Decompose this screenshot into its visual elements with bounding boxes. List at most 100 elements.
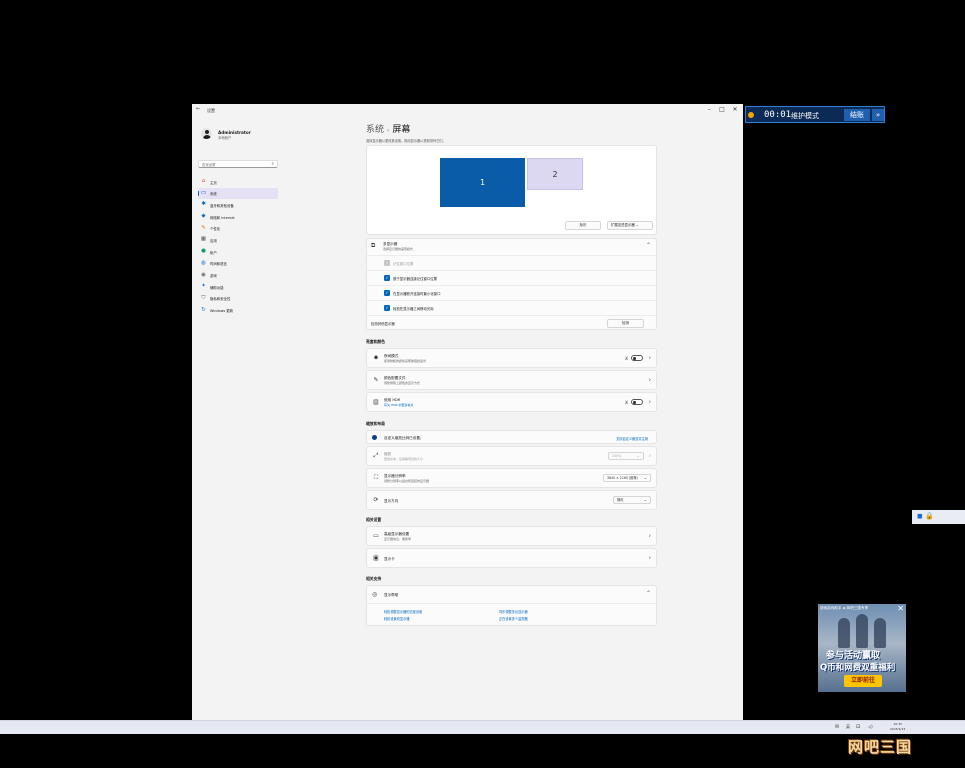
- wifi-icon: ◆: [201, 213, 206, 220]
- clock[interactable]: 16:35 2025/4/23: [890, 722, 905, 732]
- sidebar-item[interactable]: ✱ 蓝牙和其他设备: [198, 199, 278, 211]
- sidebar-item[interactable]: ✦ 辅助功能: [198, 281, 278, 293]
- search-icon: ⌕: [271, 162, 274, 167]
- ad-popup[interactable]: 搜索游戏助手 ◈ 网吧三国专享 ✕ 参与活动赢取 Q币和网费双重福利 立即前往: [818, 604, 906, 692]
- user-subtitle: 本地帐户: [218, 136, 232, 140]
- globe-clock-icon: ◍: [201, 259, 206, 266]
- expand-button[interactable]: »: [872, 109, 884, 121]
- side-widget[interactable]: ◼ 🔒: [912, 510, 965, 524]
- person-icon: ●: [201, 248, 206, 255]
- sidebar-item[interactable]: ◍ 时间和语言: [198, 258, 278, 270]
- chevron-down-icon: ⌄: [643, 475, 647, 480]
- resolution-card: ⛶ 显示器分辨率 调整分辨率以适合所连接的显示器 3840 × 2160 (推荐…: [366, 468, 657, 488]
- timer-mode-text: 维护模式: [791, 112, 819, 120]
- sidebar-item-label: 帐户: [210, 250, 217, 255]
- accessibility-icon: ✦: [201, 283, 206, 290]
- sidebar-item[interactable]: ▦ 应用: [198, 234, 278, 246]
- option-row[interactable]: ✓ 基于显示器连接记住窗口位置: [367, 270, 656, 285]
- back-arrow-icon[interactable]: ←: [196, 106, 200, 112]
- option-label: 基于显示器连接记住窗口位置: [393, 277, 438, 281]
- sidebar-item[interactable]: ◆ 网络和 Internet: [198, 211, 278, 223]
- maintenance-timer-bar: 00:01 维护模式 结账 »: [745, 106, 885, 123]
- breadcrumb-parent[interactable]: 系统: [366, 125, 384, 135]
- advanced-display-card[interactable]: ▭ 高级显示器设置 显示器信息、刷新率 ›: [366, 526, 657, 546]
- search-input[interactable]: 查找设置 ⌕: [198, 160, 278, 168]
- monitor-2[interactable]: 2: [527, 158, 583, 190]
- identify-button[interactable]: 标识: [565, 221, 601, 230]
- sidebar-item[interactable]: ↻ Windows 更新: [198, 305, 278, 317]
- orientation-dropdown[interactable]: 横向 ⌄: [613, 496, 651, 504]
- multi-display-header[interactable]: ⧉ 多显示器 选择显示器的呈现模式 ⌃: [367, 239, 656, 255]
- orientation-icon: ⟳: [373, 496, 379, 504]
- sidebar-item-label: 网络和 Internet: [210, 215, 235, 220]
- hdr-card[interactable]: ▤ 使用 HDR 有关 HDR 的更多信息 关 ›: [366, 392, 657, 412]
- orientation-title: 显示方向: [384, 499, 399, 503]
- sidebar-item-label: 应用: [210, 238, 217, 243]
- help-link[interactable]: 同步调整多台显示器: [499, 609, 528, 614]
- volume-icon[interactable]: ◁): [868, 724, 873, 729]
- turn-off-custom-scale-link[interactable]: 关闭自定义缩放并注销: [616, 436, 648, 441]
- sidebar-item[interactable]: ⌂ 主页: [198, 176, 278, 188]
- user-card[interactable]: Administrator 本地帐户: [198, 124, 278, 146]
- network-icon[interactable]: ⊡: [856, 724, 860, 730]
- option-row[interactable]: ✓ 轻松在显示器之间移动光标: [367, 300, 656, 315]
- chevron-up-icon: ⌃: [645, 590, 651, 597]
- advanced-display-subtitle: 显示器信息、刷新率: [384, 537, 412, 541]
- checkout-button[interactable]: 结账: [844, 109, 870, 121]
- language-indicator[interactable]: 英: [846, 724, 850, 730]
- sidebar-item[interactable]: ◉ 游戏: [198, 270, 278, 282]
- chevron-right-icon: ›: [648, 452, 651, 460]
- close-icon[interactable]: ✕: [729, 105, 741, 115]
- night-light-state: 关: [624, 356, 628, 361]
- orientation-card: ⟳ 显示方向 横向 ⌄: [366, 490, 657, 510]
- checkbox[interactable]: ✓: [384, 305, 390, 311]
- resolution-dropdown[interactable]: 3840 × 2160 (推荐) ⌄: [603, 474, 651, 482]
- maximize-icon[interactable]: □: [716, 105, 728, 115]
- scale-dropdown[interactable]: 200% ⌄: [608, 452, 644, 460]
- minimize-icon[interactable]: –: [703, 105, 715, 115]
- ad-go-button[interactable]: 立即前往: [844, 675, 882, 687]
- help-link[interactable]: 正在设置多个监视器: [499, 616, 528, 621]
- chevron-right-icon: ›: [648, 532, 651, 540]
- color-profile-card[interactable]: ✎ 颜色配置文件 调整屏幕上颜色的显示方式 ›: [366, 370, 657, 390]
- option-label: 轻松在显示器之间移动光标: [393, 307, 434, 311]
- sidebar-item-label: 系统: [210, 192, 217, 197]
- checkbox[interactable]: ✓: [384, 260, 390, 266]
- chevron-down-icon: ⌄: [643, 497, 647, 502]
- sun-icon: ✹: [373, 354, 379, 362]
- window-title: 设置: [207, 108, 215, 113]
- detect-label: 检测其他显示器: [371, 322, 395, 326]
- checkbox[interactable]: ✓: [384, 290, 390, 296]
- close-icon[interactable]: ✕: [897, 604, 904, 613]
- sidebar-item[interactable]: ✎ 个性化: [198, 223, 278, 235]
- scale-header: 缩放和布局: [366, 421, 385, 426]
- help-link[interactable]: 轻松调整显示器的亮度设置: [384, 609, 422, 614]
- extend-dropdown[interactable]: 扩展这些显示器 ⌄: [607, 221, 653, 230]
- sidebar-item[interactable]: ▭ 系统: [198, 187, 278, 200]
- graphics-card[interactable]: ▣ 显示卡 ›: [366, 548, 657, 568]
- pen-icon: ✎: [373, 376, 379, 384]
- help-link[interactable]: 轻松设置双显示器: [384, 616, 410, 621]
- mail-icon[interactable]: ✉: [835, 724, 839, 730]
- checkbox[interactable]: ✓: [384, 275, 390, 281]
- night-light-card[interactable]: ✹ 夜间模式 使用较暖的颜色来帮助阻挡蓝光 关 ›: [366, 348, 657, 368]
- arrange-description: 选择显示器以更改其设置。拖动显示器以重新排列它们。: [366, 139, 446, 143]
- monitor-icon: ▭: [200, 189, 207, 196]
- sidebar-item[interactable]: ● 帐户: [198, 246, 278, 258]
- night-light-toggle[interactable]: [631, 355, 643, 361]
- option-row[interactable]: ✓ 记住窗口位置: [367, 255, 656, 270]
- hdr-more-info-link[interactable]: 有关 HDR 的更多信息: [384, 403, 414, 407]
- info-icon: [372, 435, 377, 440]
- sidebar-item[interactable]: ⛉ 隐私和安全性: [198, 293, 278, 305]
- option-row[interactable]: ✓ 在显示器断开连接时最小化窗口: [367, 285, 656, 300]
- hdr-toggle[interactable]: [631, 399, 643, 405]
- hdr-state: 关: [624, 400, 628, 405]
- night-light-subtitle: 使用较暖的颜色来帮助阻挡蓝光: [384, 359, 427, 363]
- gamepad-icon: ◉: [201, 271, 206, 278]
- custom-scale-notice: 自定义缩放比例已设置。 关闭自定义缩放并注销: [366, 430, 657, 444]
- monitor-1[interactable]: 1: [440, 158, 525, 207]
- detect-button[interactable]: 检测: [607, 319, 644, 328]
- help-header[interactable]: ◎ 显示帮助 ⌃: [367, 586, 656, 604]
- scale-card[interactable]: ⤢ 缩放 更改文本、应用等项目的大小 200% ⌄ ›: [366, 446, 657, 466]
- settings-window: ← 设置 – □ ✕ Administrator 本地帐户 查找设置 ⌕ ⌂ 主页…: [192, 104, 743, 720]
